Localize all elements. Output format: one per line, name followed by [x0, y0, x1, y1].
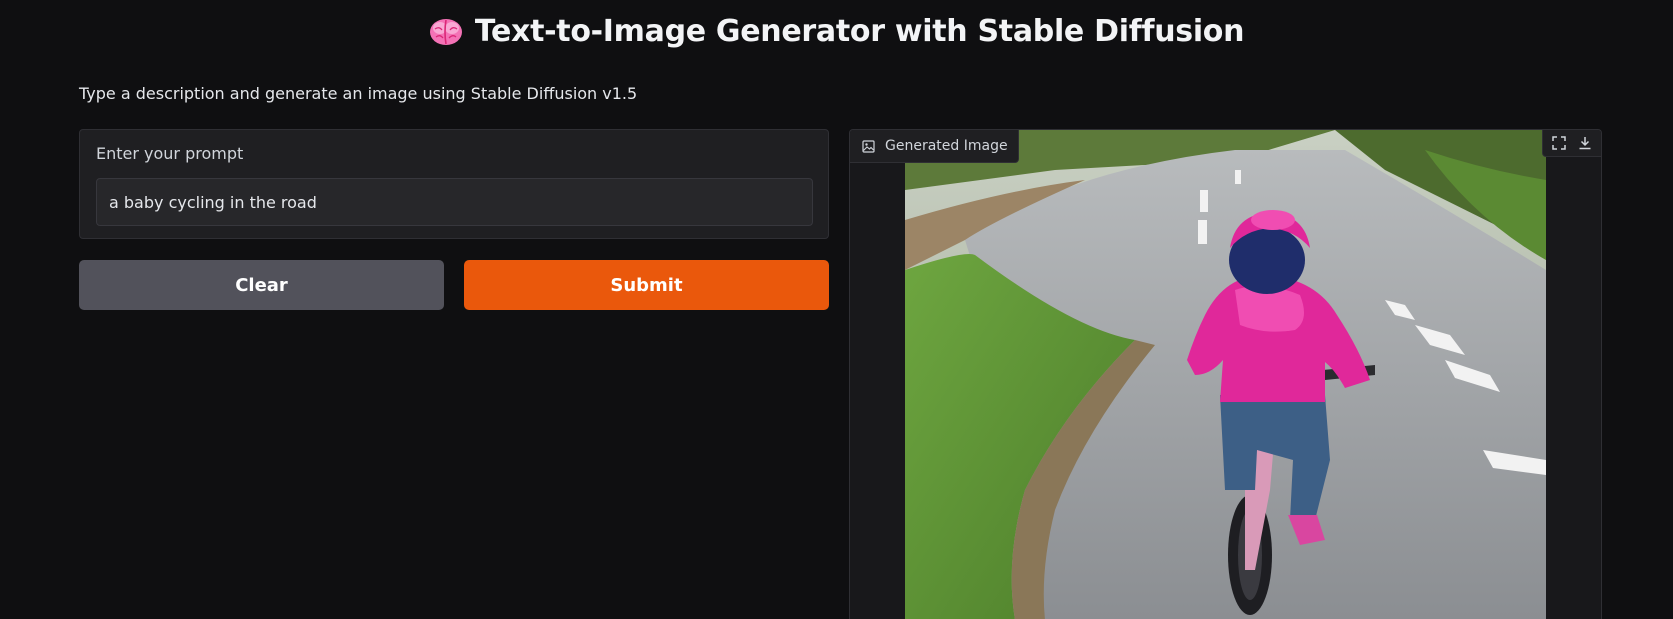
- page-subtitle: Type a description and generate an image…: [79, 84, 638, 103]
- generated-image: [905, 130, 1546, 619]
- generated-image-label: Generated Image: [885, 138, 1008, 154]
- page-title: Text-to-Image Generator with Stable Diff…: [474, 14, 1245, 49]
- prompt-input[interactable]: [96, 178, 813, 226]
- generated-image-panel: Generated Image: [849, 129, 1602, 619]
- download-button[interactable]: [1573, 131, 1597, 155]
- download-icon: [1579, 137, 1591, 150]
- prompt-label: Enter your prompt: [96, 144, 244, 163]
- page-title-row: Text-to-Image Generator with Stable Diff…: [0, 14, 1673, 49]
- image-toolbar: [1542, 130, 1601, 157]
- fullscreen-button[interactable]: [1547, 131, 1571, 155]
- brain-icon: [429, 18, 462, 45]
- generated-image-label-tab: Generated Image: [850, 130, 1019, 163]
- image-icon: [862, 139, 875, 153]
- submit-button[interactable]: Submit: [464, 260, 829, 310]
- clear-button[interactable]: Clear: [79, 260, 444, 310]
- fullscreen-icon: [1552, 136, 1566, 150]
- prompt-panel: Enter your prompt: [79, 129, 829, 239]
